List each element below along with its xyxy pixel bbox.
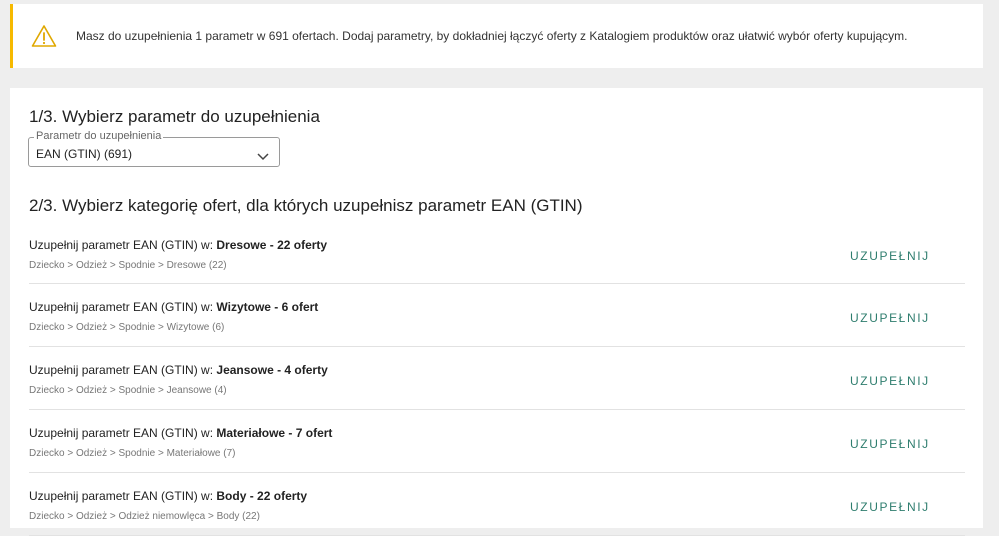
- fill-parameters-card: 1/3. Wybierz parametr do uzupełnienia Pa…: [10, 88, 983, 536]
- category-name: Materiałowe - 7 ofert: [216, 426, 333, 440]
- category-name: Body - 22 oferty: [216, 489, 308, 503]
- parameter-select-label: Parametr do uzupełnienia: [34, 130, 164, 142]
- category-name: Dresowe - 22 oferty: [216, 238, 328, 252]
- chevron-down-icon: [257, 148, 269, 161]
- category-title: Uzupełnij parametr EAN (GTIN) w: Dresowe…: [29, 238, 327, 252]
- fill-in-button[interactable]: UZUPEŁNIJ: [850, 311, 930, 325]
- step2-heading: 2/3. Wybierz kategorię ofert, dla któryc…: [29, 196, 583, 215]
- category-path: Dziecko > Odzież > Spodnie > Wizytowe (6…: [29, 322, 225, 333]
- category-title-prefix: Uzupełnij parametr EAN (GTIN) w:: [29, 300, 217, 314]
- alert-message: Masz do uzupełnienia 1 parametr w 691 of…: [76, 29, 908, 43]
- category-title-prefix: Uzupełnij parametr EAN (GTIN) w:: [29, 489, 217, 503]
- category-title: Uzupełnij parametr EAN (GTIN) w: Materia…: [29, 426, 332, 440]
- list-item: Uzupełnij parametr EAN (GTIN) w: Body - …: [29, 473, 965, 536]
- category-name: Wizytowe - 6 ofert: [216, 300, 319, 314]
- category-title: Uzupełnij parametr EAN (GTIN) w: Wizytow…: [29, 300, 318, 314]
- list-item: Uzupełnij parametr EAN (GTIN) w: Jeansow…: [29, 347, 965, 410]
- parameter-select[interactable]: Parametr do uzupełnienia EAN (GTIN) (691…: [28, 130, 280, 167]
- category-path: Dziecko > Odzież > Odzież niemowlęca > B…: [29, 511, 260, 522]
- fill-in-button[interactable]: UZUPEŁNIJ: [850, 437, 930, 451]
- fill-in-button[interactable]: UZUPEŁNIJ: [850, 249, 930, 263]
- fill-in-button[interactable]: UZUPEŁNIJ: [850, 374, 930, 388]
- missing-parameters-alert: Masz do uzupełnienia 1 parametr w 691 of…: [10, 4, 983, 68]
- step1-heading: 1/3. Wybierz parametr do uzupełnienia: [29, 107, 320, 126]
- category-title: Uzupełnij parametr EAN (GTIN) w: Body - …: [29, 489, 307, 503]
- category-name: Jeansowe - 4 oferty: [216, 363, 328, 377]
- category-list: Uzupełnij parametr EAN (GTIN) w: Dresowe…: [29, 222, 965, 536]
- fill-in-button[interactable]: UZUPEŁNIJ: [850, 500, 930, 514]
- category-title-prefix: Uzupełnij parametr EAN (GTIN) w:: [29, 238, 217, 252]
- category-title-prefix: Uzupełnij parametr EAN (GTIN) w:: [29, 363, 217, 377]
- list-item: Uzupełnij parametr EAN (GTIN) w: Dresowe…: [29, 222, 965, 284]
- list-item: Uzupełnij parametr EAN (GTIN) w: Wizytow…: [29, 284, 965, 347]
- category-path: Dziecko > Odzież > Spodnie > Dresowe (22…: [29, 260, 227, 271]
- list-item: Uzupełnij parametr EAN (GTIN) w: Materia…: [29, 410, 965, 473]
- parameter-select-value: EAN (GTIN) (691): [36, 147, 133, 161]
- category-path: Dziecko > Odzież > Spodnie > Materiałowe…: [29, 448, 236, 459]
- category-path: Dziecko > Odzież > Spodnie > Jeansowe (4…: [29, 385, 227, 396]
- category-title-prefix: Uzupełnij parametr EAN (GTIN) w:: [29, 426, 217, 440]
- category-title: Uzupełnij parametr EAN (GTIN) w: Jeansow…: [29, 363, 328, 377]
- warning-icon: [31, 24, 57, 48]
